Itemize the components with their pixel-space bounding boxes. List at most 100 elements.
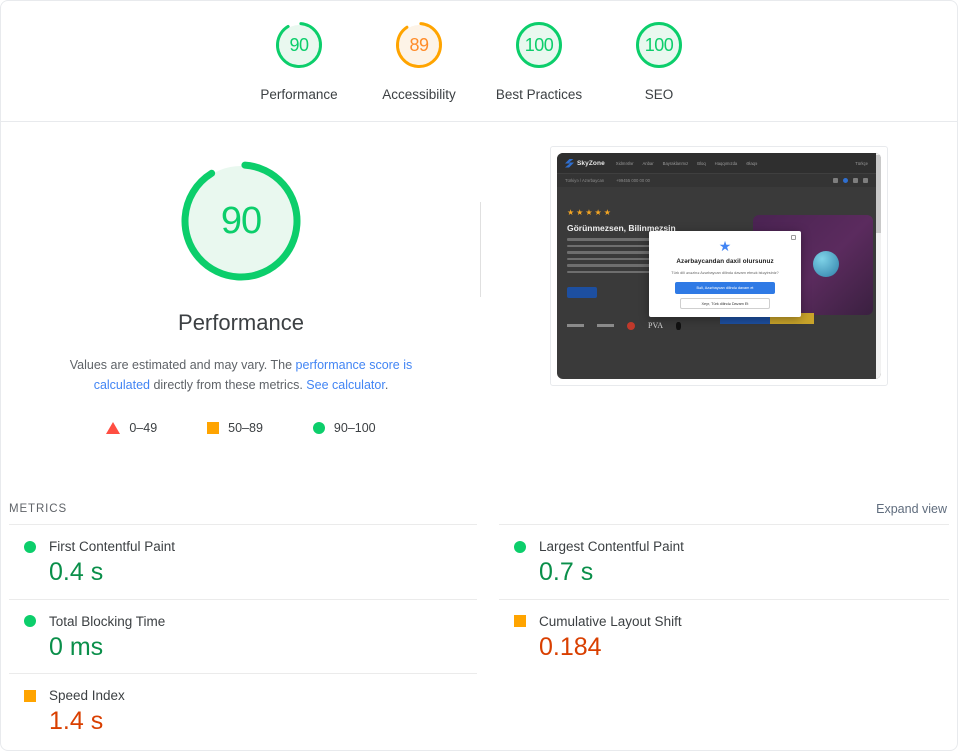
score-gauge-seo[interactable]: 100 SEO: [599, 19, 719, 104]
site-nav-links: Xidmətlər Anbar Bayraklarımız Bloq Haqqı…: [616, 161, 758, 166]
circle-icon: [24, 615, 36, 627]
gauge-ring-performance-large: 90: [177, 157, 305, 285]
subnav-location: Türkiyə / Azərbaycan: [565, 178, 605, 183]
metric-value: 1.4 s: [49, 707, 104, 735]
partner-logo-5: [675, 321, 681, 330]
metrics-header: METRICS Expand view: [1, 494, 957, 524]
lightning-icon: [565, 158, 574, 168]
metrics-grid: First Contentful Paint 0.4 s Largest Con…: [1, 524, 957, 748]
nav-link-1: Anbar: [642, 160, 654, 166]
metric-label: Speed Index: [49, 688, 125, 703]
star-icon: ★: [576, 208, 584, 217]
final-screenshot-panel: SkyZone Xidmətlər Anbar Bayraklarımız Bl…: [481, 140, 957, 494]
legend-label-average: 50–89: [228, 421, 263, 435]
score-gauge-performance[interactable]: 90 Performance: [239, 19, 359, 104]
gauge-value-performance-large: 90: [220, 200, 262, 242]
subnav-social-icons: [833, 178, 868, 183]
nav-link-0: Xidmətlər: [615, 160, 634, 166]
metric-first-contentful-paint[interactable]: First Contentful Paint 0.4 s: [9, 524, 477, 599]
circle-icon: [24, 540, 36, 553]
metric-header: Largest Contentful Paint: [499, 539, 949, 554]
metric-header: Cumulative Layout Shift: [499, 614, 949, 629]
metric-speed-index[interactable]: Speed Index 1.4 s: [9, 673, 477, 748]
site-navbar: SkyZone Xidmətlər Anbar Bayraklarımız Bl…: [557, 153, 876, 173]
legend-item-average: 50–89: [207, 421, 263, 435]
site-brand-name: SkyZone: [577, 159, 605, 167]
score-legend: 0–49 50–89 90–100: [106, 421, 376, 435]
legend-item-fail: 0–49: [106, 421, 157, 435]
page-title: Performance: [178, 310, 304, 335]
circle-icon: [514, 540, 526, 553]
modal-subtitle: Türk dili əvəzinə Azərbaycan dilində dav…: [671, 270, 779, 275]
hero-sphere-graphic: [813, 251, 839, 277]
partner-logo-3: [627, 321, 635, 330]
metric-label: Cumulative Layout Shift: [539, 613, 682, 629]
final-screenshot-frame[interactable]: SkyZone Xidmətlər Anbar Bayraklarımız Bl…: [550, 146, 888, 386]
metric-value: 0 ms: [49, 632, 104, 661]
gauge-ring-seo: 100: [633, 19, 685, 71]
legend-item-pass: 90–100: [312, 421, 376, 435]
language-modal-dialog[interactable]: ★ Azərbaycandan daxil olursunuz Türk dil…: [649, 231, 801, 317]
square-icon: [514, 615, 526, 627]
performance-hero-section: 90 Performance Values are estimated and …: [1, 122, 957, 494]
metric-largest-contentful-paint[interactable]: Largest Contentful Paint 0.7 s: [499, 524, 949, 599]
desc-text-1: Values are estimated and may vary. The: [69, 358, 296, 372]
score-label-seo: SEO: [644, 87, 674, 102]
metric-cumulative-layout-shift[interactable]: Cumulative Layout Shift 0.184: [499, 598, 949, 674]
gauge-ring-performance: 90: [273, 19, 325, 71]
metric-header: Speed Index: [9, 688, 477, 703]
site-subnav: Türkiyə / Azərbaycan +99455 000 00 00: [557, 173, 876, 187]
site-logo: SkyZone: [565, 158, 605, 168]
search-icon: [833, 178, 838, 183]
nav-link-2: Bayraklarımız: [662, 160, 689, 166]
square-icon: [24, 689, 36, 702]
page-scrollbar-thumb: [876, 155, 881, 233]
nav-language-selector: Türkçe: [855, 160, 868, 166]
rating-stars: ★ ★ ★ ★ ★: [567, 209, 611, 217]
linkedin-icon: [853, 178, 858, 183]
score-label-accessibility: Accessibility: [382, 87, 456, 102]
nav-link-3: Bloq: [697, 160, 706, 166]
metric-header: First Contentful Paint: [9, 539, 477, 554]
star-icon: ★: [567, 208, 575, 217]
metric-label: First Contentful Paint: [49, 539, 176, 554]
metric-label: Total Blocking Time: [49, 613, 166, 629]
legend-label-fail: 0–49: [129, 421, 158, 435]
metric-total-blocking-time[interactable]: Total Blocking Time 0 ms: [9, 598, 477, 674]
modal-title: Azərbaycandan daxil olursunuz: [676, 258, 774, 265]
hero-vertical-divider: [480, 202, 481, 297]
score-label-performance: Performance: [260, 87, 338, 102]
gauge-ring-best-practices: 100: [513, 19, 565, 71]
modal-secondary-button[interactable]: Xeyr, Türk dilində Davam Et: [680, 298, 770, 309]
expand-view-toggle[interactable]: Expand view: [876, 502, 947, 516]
see-calculator-link[interactable]: See calculator: [306, 378, 385, 392]
close-icon[interactable]: [791, 235, 796, 240]
partner-logo-4: PVA: [648, 321, 663, 330]
metric-value: 0.4 s: [49, 558, 104, 586]
performance-summary: 90 Performance Values are estimated and …: [1, 140, 481, 494]
gauge-ring-accessibility: 89: [393, 19, 445, 71]
performance-description: Values are estimated and may vary. The p…: [41, 355, 441, 395]
triangle-icon: [106, 422, 121, 434]
score-gauge-accessibility[interactable]: 89 Accessibility: [359, 19, 479, 104]
metric-value: 0.7 s: [539, 558, 594, 586]
subnav-phone: +99455 000 00 00: [616, 178, 650, 183]
gauge-value-performance: 90: [289, 35, 309, 55]
score-label-best-practices: Best Practices: [495, 87, 583, 102]
gauge-value-seo: 100: [644, 35, 674, 55]
star-badge-icon: ★: [718, 238, 732, 254]
instagram-icon: [863, 178, 868, 183]
desc-text-3: .: [384, 378, 389, 392]
partner-logos-row: PVA: [567, 321, 681, 330]
final-screenshot-image: SkyZone Xidmətlər Anbar Bayraklarımız Bl…: [557, 153, 881, 379]
partner-logo-2: [597, 324, 614, 327]
lighthouse-report-card: 90 Performance 89 Accessibility 100 Best…: [0, 0, 958, 751]
metric-label: Largest Contentful Paint: [539, 539, 684, 554]
star-icon: ★: [585, 208, 593, 217]
modal-primary-button[interactable]: Bəli, Azərbaycan dilində davam et: [675, 282, 775, 294]
metrics-section-title: METRICS: [9, 503, 68, 515]
score-gauges-strip: 90 Performance 89 Accessibility 100 Best…: [1, 1, 957, 122]
score-gauge-best-practices[interactable]: 100 Best Practices: [479, 19, 599, 104]
gauge-value-best-practices: 100: [524, 35, 554, 55]
legend-label-pass: 90–100: [333, 421, 376, 435]
